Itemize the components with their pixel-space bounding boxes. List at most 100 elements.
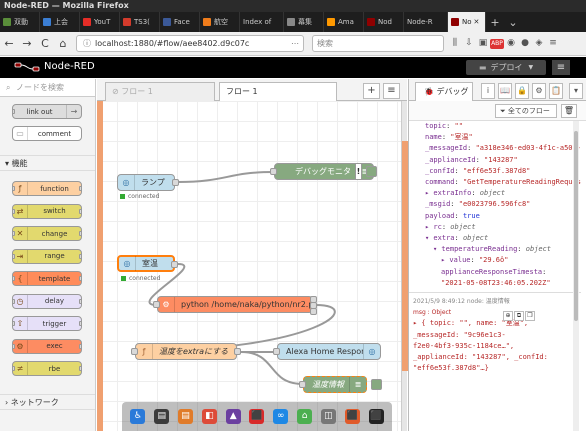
browser-tab[interactable]: Ama — [324, 12, 364, 32]
dashboard-tab-icon[interactable]: 📋 — [549, 83, 563, 99]
scrollbar-thumb[interactable] — [574, 131, 578, 321]
input-port[interactable] — [153, 301, 160, 308]
copy-path-icon[interactable]: ⧉ — [514, 311, 524, 321]
debug-property[interactable]: name: "室温" — [425, 132, 581, 143]
flow-node-function-extra[interactable]: ƒ 温度をextraにする — [131, 343, 241, 360]
debug-property[interactable]: "2021-05-08T23:46:05.202Z" — [425, 278, 581, 289]
palette-category-function[interactable]: ▾ 機能 — [0, 155, 95, 171]
browser-tab[interactable]: 双動 — [0, 12, 40, 32]
palette-node-exec[interactable]: ⚙ exec — [12, 338, 82, 354]
palette-search-input[interactable]: ⌕ ノードを検索 — [0, 79, 95, 97]
input-port[interactable] — [273, 348, 280, 355]
palette-node-rbe[interactable]: ≠ rbe — [12, 361, 82, 376]
palette-node-comment[interactable]: ▭ comment — [12, 126, 82, 141]
browser-tab[interactable]: Face — [160, 12, 200, 32]
flow-list-button[interactable]: ≡ — [383, 83, 400, 99]
tab-flow-disabled[interactable]: ⊘ フロー 1 — [105, 82, 215, 101]
extension-icon[interactable]: ◉ — [504, 38, 518, 49]
flow-node-temperature[interactable]: ◎ 室温 connected — [117, 255, 178, 282]
debug-property[interactable]: ▸ extraInfo: object — [425, 188, 581, 199]
debug-property[interactable]: _confId: "eff6e53f.387d8" — [425, 166, 581, 177]
palette-node-range[interactable]: ⇥ range — [12, 248, 82, 264]
flow-node-python-exec[interactable]: ⚙ python /home/naka/python/nr2.py — [153, 296, 317, 315]
input-port[interactable] — [131, 348, 138, 355]
palette-node-delay[interactable]: ◷ delay — [12, 293, 82, 309]
chevron-down-icon[interactable]: ▾ — [569, 83, 583, 99]
dock-app-icon[interactable]: ⬛ — [249, 409, 265, 424]
debug-property[interactable]: topic: "" — [425, 121, 581, 132]
browser-tab[interactable]: Nod — [364, 12, 404, 32]
debug-property[interactable]: ▸ rc: object — [425, 222, 581, 233]
input-port[interactable] — [299, 381, 306, 388]
config-tab-icon[interactable]: ⚙ — [532, 83, 546, 99]
forward-icon[interactable]: → — [18, 37, 36, 50]
output-port[interactable] — [171, 261, 178, 268]
debug-property[interactable]: command: "GetTemperatureReadingRequest" — [425, 177, 581, 188]
flow-node-alexa-response[interactable]: Alexa Home Response ◎ — [273, 343, 381, 360]
debug-property[interactable]: ▾ temperatureReading: object — [425, 244, 581, 255]
tab-list-icon[interactable]: ⌄ — [504, 12, 522, 32]
sidebar-scrollbar[interactable] — [573, 121, 579, 431]
context-tab-icon[interactable]: 🔒 — [515, 83, 529, 99]
clear-debug-button[interactable]: 🗑 — [561, 104, 577, 118]
browser-tab[interactable]: Index of — [240, 12, 284, 32]
pin-icon[interactable]: ⊕ — [503, 311, 513, 321]
extension-icon[interactable]: ◈ — [532, 38, 546, 49]
tab-debug[interactable]: 🐞 デバッグ — [415, 82, 473, 102]
browser-tab[interactable]: 上会 — [40, 12, 80, 32]
workspace-scrollbar[interactable] — [401, 101, 408, 431]
adblock-icon[interactable]: ABP — [490, 39, 504, 49]
dock-app-icon[interactable]: ▤ — [178, 409, 194, 424]
browser-tab[interactable]: YouT — [80, 12, 120, 32]
info-tab-icon[interactable]: i — [481, 83, 495, 99]
back-icon[interactable]: ← — [0, 37, 18, 50]
debug-property[interactable]: applianceResponseTimesta: — [425, 267, 581, 278]
palette-node-change[interactable]: ✕ change — [12, 226, 82, 241]
chevron-down-icon[interactable]: ▼ — [528, 64, 533, 71]
debug-property[interactable]: _msgid: "e0023796.596fc8" — [425, 199, 581, 210]
dock-app-icon[interactable]: ⌂ — [297, 409, 313, 424]
palette-node-template[interactable]: {template — [12, 271, 82, 286]
browser-tab-active[interactable]: No ✕ — [448, 12, 486, 32]
dock-app-icon[interactable]: ▲ — [225, 409, 241, 424]
dock-app-icon[interactable]: ⬛ — [344, 409, 360, 424]
help-tab-icon[interactable]: 📖 — [498, 83, 512, 99]
close-tab-icon[interactable]: ✕ — [474, 18, 480, 26]
dock-app-icon[interactable]: ▤ — [154, 409, 170, 424]
dock-app-icon[interactable]: ⬛ — [368, 409, 384, 424]
search-input[interactable]: 検索 — [312, 35, 444, 52]
dock-app-icon[interactable]: ◧ — [201, 409, 217, 424]
flow-workspace[interactable]: ◎ ランプ connected デバッグモニタ ≣ ! ◎ 室温 connect… — [97, 101, 407, 431]
debug-property[interactable]: ▸ value: "29.6ô" — [425, 255, 581, 266]
browser-tab[interactable]: Node-R — [404, 12, 448, 32]
palette-node-function[interactable]: ƒ function — [12, 181, 82, 196]
debug-property[interactable]: ▾ extra: object — [425, 233, 581, 244]
flow-node-temperature-debug[interactable]: 温度情報 ≣ — [299, 376, 367, 393]
debug-filter-button[interactable]: ⏷ 全てのフロー — [495, 104, 557, 118]
download-icon[interactable]: ⇩ — [462, 38, 476, 49]
debug-toggle-button[interactable] — [371, 379, 382, 390]
copy-value-icon[interactable]: ❐ — [525, 311, 535, 321]
extension-icon[interactable]: ● — [518, 38, 532, 49]
tab-flow-active[interactable]: フロー 1 — [219, 82, 337, 102]
output-port[interactable] — [310, 308, 317, 315]
url-bar[interactable]: ⓘ localhost:1880/#flow/aee8402.d9c07c ⋯ — [76, 35, 304, 52]
palette-node-switch[interactable]: ⇄ switch — [12, 203, 82, 219]
input-port[interactable] — [270, 168, 277, 175]
debug-property[interactable]: _applianceId: "143287" — [425, 155, 581, 166]
new-tab-button[interactable]: + — [486, 12, 504, 32]
home-icon[interactable]: ⌂ — [54, 37, 72, 50]
add-flow-button[interactable]: + — [363, 83, 380, 99]
main-menu-button[interactable]: ≡ — [552, 60, 570, 75]
browser-tab[interactable]: TS3( — [120, 12, 160, 32]
palette-node-link-out[interactable]: link out → — [12, 104, 82, 119]
sidebar-icon[interactable]: ▣ — [476, 38, 490, 49]
dock-app-icon[interactable]: ♿ — [130, 409, 146, 424]
dock-app-icon[interactable]: ◫ — [320, 409, 336, 424]
reload-icon[interactable]: C — [36, 37, 54, 50]
palette-category-network[interactable]: › ネットワーク — [0, 394, 95, 410]
debug-property[interactable]: payload: true — [425, 211, 581, 222]
library-icon[interactable]: ⫼ — [448, 38, 462, 49]
browser-tab[interactable]: 航空 — [200, 12, 240, 32]
flow-node-lamp[interactable]: ◎ ランプ connected — [117, 174, 179, 200]
